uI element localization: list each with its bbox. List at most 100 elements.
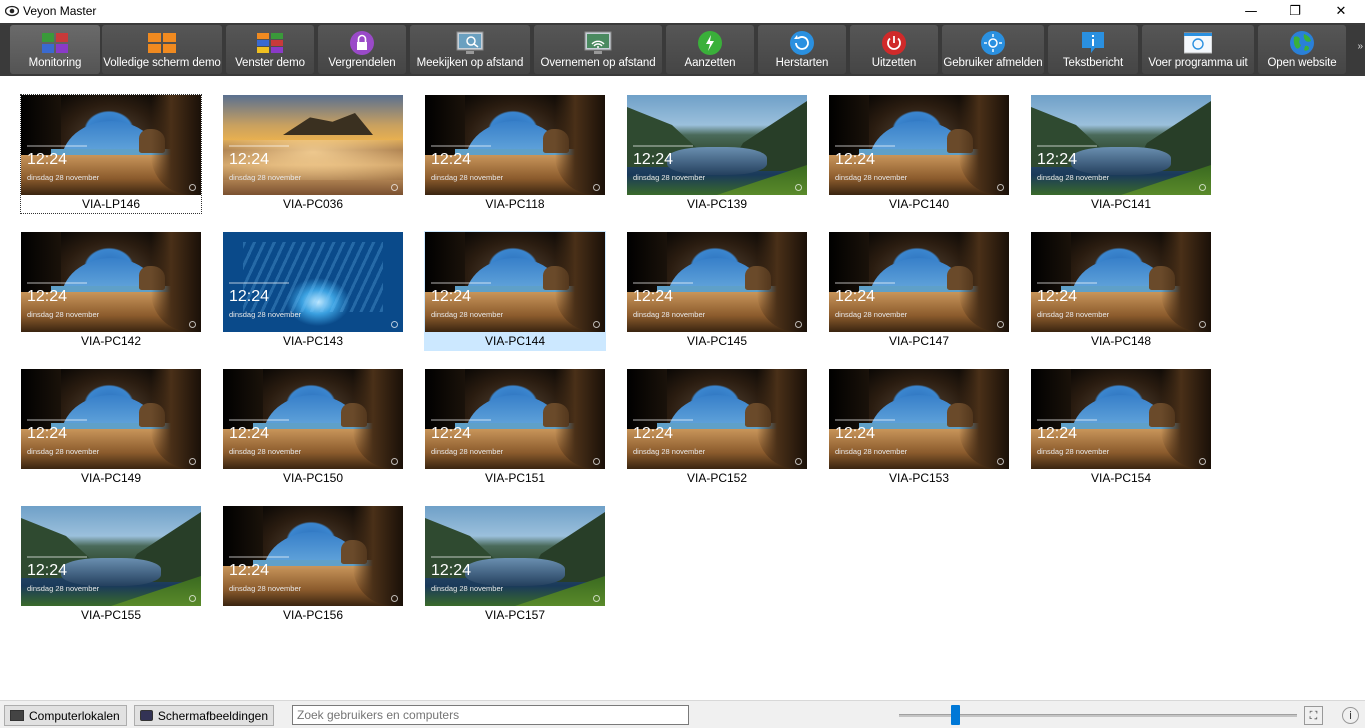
computer-tile[interactable]: 12:24 dinsdag 28 november VIA-PC145 xyxy=(626,231,808,351)
logout-user-label: Gebruiker afmelden xyxy=(943,57,1043,69)
computer-tile[interactable]: 12:24 dinsdag 28 november VIA-PC144 xyxy=(424,231,606,351)
lockscreen-hint-text xyxy=(229,282,289,284)
reboot-button[interactable]: Herstarten xyxy=(758,25,846,74)
screenshots-button[interactable]: Schermafbeeldingen xyxy=(134,705,274,726)
logout-user-button[interactable]: Gebruiker afmelden xyxy=(942,25,1044,74)
close-button[interactable]: ✕ xyxy=(1318,0,1364,23)
search-input[interactable] xyxy=(292,705,689,725)
info-icon[interactable]: i xyxy=(1342,707,1359,724)
autofit-icon[interactable]: ⛶ xyxy=(1304,706,1323,725)
window-demo-icon xyxy=(257,33,283,53)
screen-thumbnail: 12:24 dinsdag 28 november xyxy=(21,232,201,332)
lockscreen-hint-text xyxy=(27,419,87,421)
minimize-button[interactable]: — xyxy=(1228,0,1274,23)
computer-tile[interactable]: 12:24 dinsdag 28 november VIA-PC118 xyxy=(424,94,606,214)
screen-thumbnail: 12:24 dinsdag 28 november xyxy=(1031,95,1211,195)
logout-user-icon xyxy=(981,31,1005,55)
computer-tile[interactable]: 12:24 dinsdag 28 november VIA-PC152 xyxy=(626,368,808,488)
lockscreen-date: dinsdag 28 november xyxy=(27,173,100,182)
open-website-button[interactable]: Open website xyxy=(1258,25,1346,74)
window-demo-button[interactable]: Venster demo xyxy=(226,25,314,74)
lockscreen-date: dinsdag 28 november xyxy=(1037,447,1110,456)
lockscreen-date: dinsdag 28 november xyxy=(229,173,302,182)
computer-tile[interactable]: 12:24 dinsdag 28 november VIA-PC149 xyxy=(20,368,202,488)
ease-of-access-icon xyxy=(391,321,398,328)
ease-of-access-icon xyxy=(795,458,802,465)
remote-view-button[interactable]: Meekijken op afstand xyxy=(410,25,530,74)
ease-of-access-icon xyxy=(1199,184,1206,191)
lockscreen-time: 12:24 xyxy=(633,151,674,168)
computer-tile[interactable]: 12:24 dinsdag 28 november VIA-PC156 xyxy=(222,505,404,625)
run-program-button[interactable]: Voer programma uit xyxy=(1142,25,1254,74)
computer-tile[interactable]: 12:24 dinsdag 28 november VIA-PC155 xyxy=(20,505,202,625)
lockscreen-hint-text xyxy=(431,419,491,421)
computer-name: VIA-PC157 xyxy=(484,608,546,622)
lockscreen-date: dinsdag 28 november xyxy=(229,310,302,319)
screen-thumbnail: 12:24 dinsdag 28 november xyxy=(21,369,201,469)
window-title: Veyon Master xyxy=(23,4,97,18)
computer-tile[interactable]: 12:24 dinsdag 28 november VIA-PC140 xyxy=(828,94,1010,214)
toolbar-overflow-button[interactable]: » xyxy=(1357,41,1363,52)
lockscreen-time: 12:24 xyxy=(1037,151,1078,168)
computer-tile[interactable]: 12:24 dinsdag 28 november VIA-PC142 xyxy=(20,231,202,351)
lockscreen-hint-text xyxy=(229,419,289,421)
computer-name: VIA-PC139 xyxy=(686,197,748,211)
ease-of-access-icon xyxy=(391,595,398,602)
computer-tile[interactable]: 12:24 dinsdag 28 november VIA-PC151 xyxy=(424,368,606,488)
power-on-button[interactable]: Aanzetten xyxy=(666,25,754,74)
lockscreen-time: 12:24 xyxy=(633,288,674,305)
computer-tile[interactable]: 12:24 dinsdag 28 november VIA-PC143 xyxy=(222,231,404,351)
ease-of-access-icon xyxy=(189,458,196,465)
lockscreen-hint-text xyxy=(27,556,87,558)
computer-rooms-button[interactable]: Computerlokalen xyxy=(4,705,127,726)
computer-tile[interactable]: 12:24 dinsdag 28 november VIA-PC139 xyxy=(626,94,808,214)
lockscreen-time: 12:24 xyxy=(835,425,876,442)
computer-tile[interactable]: 12:24 dinsdag 28 november VIA-PC141 xyxy=(1030,94,1212,214)
computer-name: VIA-PC156 xyxy=(282,608,344,622)
computer-name: VIA-PC143 xyxy=(282,334,344,348)
lockscreen-date: dinsdag 28 november xyxy=(229,447,302,456)
computer-tile[interactable]: 12:24 dinsdag 28 november VIA-PC148 xyxy=(1030,231,1212,351)
text-message-button[interactable]: Tekstbericht xyxy=(1048,25,1138,74)
fullscreen-demo-button[interactable]: Volledige scherm demo xyxy=(102,25,222,74)
lockscreen-date: dinsdag 28 november xyxy=(27,310,100,319)
globe-icon xyxy=(1290,31,1314,55)
lockscreen-hint-text xyxy=(229,556,289,558)
power-off-button[interactable]: Uitzetten xyxy=(850,25,938,74)
lockscreen-date: dinsdag 28 november xyxy=(1037,173,1110,182)
monitoring-button[interactable]: Monitoring xyxy=(10,25,100,74)
computer-tile[interactable]: 12:24 dinsdag 28 november VIA-PC154 xyxy=(1030,368,1212,488)
restore-button[interactable]: ❐ xyxy=(1272,0,1318,23)
screen-thumbnail: 12:24 dinsdag 28 november xyxy=(223,369,403,469)
computer-name: VIA-PC148 xyxy=(1090,334,1152,348)
ease-of-access-icon xyxy=(189,595,196,602)
window-demo-label: Venster demo xyxy=(235,57,305,69)
computer-name: VIA-PC149 xyxy=(80,471,142,485)
computer-tile[interactable]: 12:24 dinsdag 28 november VIA-PC150 xyxy=(222,368,404,488)
power-on-icon xyxy=(698,31,722,55)
lockscreen-hint-text xyxy=(1037,282,1097,284)
monitoring-grid-icon xyxy=(42,33,68,53)
power-off-icon xyxy=(882,31,906,55)
computer-name: VIA-PC144 xyxy=(484,334,546,348)
screen-thumbnail: 12:24 dinsdag 28 november xyxy=(223,95,403,195)
computer-tile[interactable]: 12:24 dinsdag 28 november VIA-PC036 xyxy=(222,94,404,214)
lockscreen-hint-text xyxy=(431,556,491,558)
computer-tile[interactable]: 12:24 dinsdag 28 november VIA-LP146 xyxy=(20,94,202,214)
screen-thumbnail: 12:24 dinsdag 28 november xyxy=(627,369,807,469)
lockscreen-date: dinsdag 28 november xyxy=(835,310,908,319)
screen-thumbnail: 12:24 dinsdag 28 november xyxy=(425,369,605,469)
lockscreen-date: dinsdag 28 november xyxy=(835,447,908,456)
zoom-slider-thumb[interactable] xyxy=(950,705,960,725)
remote-control-button[interactable]: Overnemen op afstand xyxy=(534,25,662,74)
lock-button[interactable]: Vergrendelen xyxy=(318,25,406,74)
computer-tile[interactable]: 12:24 dinsdag 28 november VIA-PC153 xyxy=(828,368,1010,488)
computer-tile[interactable]: 12:24 dinsdag 28 november VIA-PC157 xyxy=(424,505,606,625)
computer-name: VIA-PC142 xyxy=(80,334,142,348)
computer-name: VIA-PC153 xyxy=(888,471,950,485)
ease-of-access-icon xyxy=(997,184,1004,191)
screen-thumbnail: 12:24 dinsdag 28 november xyxy=(829,369,1009,469)
power-on-label: Aanzetten xyxy=(684,57,736,69)
screen-thumbnail: 12:24 dinsdag 28 november xyxy=(223,232,403,332)
computer-tile[interactable]: 12:24 dinsdag 28 november VIA-PC147 xyxy=(828,231,1010,351)
